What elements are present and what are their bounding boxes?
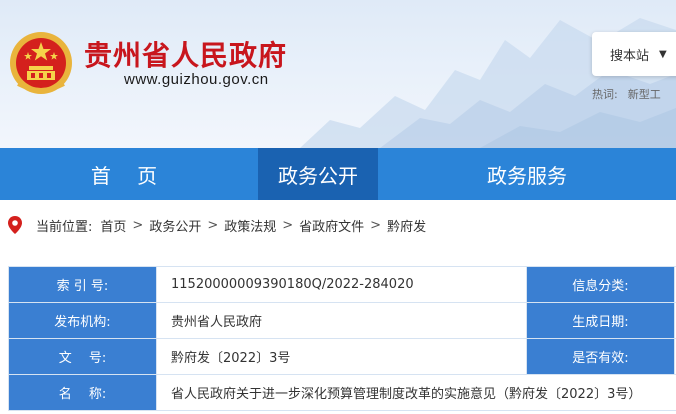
main-nav: 首 页 政务公开 政务服务 xyxy=(0,148,676,200)
mountain-background xyxy=(300,18,676,148)
validity-label: 是否有效: xyxy=(526,338,675,375)
breadcrumb-separator: > xyxy=(282,217,294,233)
location-pin-icon xyxy=(8,216,22,234)
search-scope-label: 搜本站 xyxy=(610,48,650,64)
site-url[interactable]: www.guizhou.gov.cn xyxy=(124,71,269,88)
breadcrumb-policies[interactable]: 政策法规 xyxy=(224,216,276,235)
document-number-label: 文 号: xyxy=(8,338,157,375)
created-date-label: 生成日期: xyxy=(526,302,675,339)
nav-item-government-affairs[interactable]: 政务公开 xyxy=(258,148,378,200)
breadcrumb-separator: > xyxy=(132,217,144,233)
table-row: 索 引 号: 11520000009390180Q/2022-284020 信息… xyxy=(8,266,676,303)
nav-item-government-services[interactable]: 政务服务 xyxy=(378,148,676,200)
breadcrumb: 当前位置: 首页 > 政务公开 > 政策法规 > 省政府文件 > 黔府发 xyxy=(8,214,426,236)
index-number-value: 11520000009390180Q/2022-284020 xyxy=(156,266,527,303)
info-category-label: 信息分类: xyxy=(526,266,675,303)
publisher-label: 发布机构: xyxy=(8,302,157,339)
document-name-value: 省人民政府关于进一步深化预算管理制度改革的实施意见（黔府发〔2022〕3号） xyxy=(156,374,676,411)
site-title[interactable]: 贵州省人民政府 xyxy=(84,34,287,74)
breadcrumb-home[interactable]: 首页 xyxy=(100,216,126,235)
document-number-value: 黔府发〔2022〕3号 xyxy=(156,338,527,375)
search-scope-dropdown[interactable]: 搜本站 ▼ xyxy=(592,32,676,76)
publisher-value: 贵州省人民政府 xyxy=(156,302,527,339)
document-info-table: 索 引 号: 11520000009390180Q/2022-284020 信息… xyxy=(8,266,676,411)
breadcrumb-separator: > xyxy=(370,217,382,233)
hot-word-link[interactable]: 新型工 xyxy=(628,88,661,101)
nav-item-home[interactable]: 首 页 xyxy=(0,148,258,200)
caret-down-icon: ▼ xyxy=(659,48,667,60)
breadcrumb-qianfufa[interactable]: 黔府发 xyxy=(387,216,426,235)
table-row: 发布机构: 贵州省人民政府 生成日期: xyxy=(8,302,676,339)
breadcrumb-provincial-documents[interactable]: 省政府文件 xyxy=(299,216,364,235)
breadcrumb-prefix: 当前位置: xyxy=(36,219,93,235)
table-row: 名 称: 省人民政府关于进一步深化预算管理制度改革的实施意见（黔府发〔2022〕… xyxy=(8,374,676,411)
site-header: 贵州省人民政府 www.guizhou.gov.cn 搜本站 ▼ 热词: 新型工 xyxy=(0,0,676,148)
national-emblem-icon xyxy=(10,32,72,94)
index-number-label: 索 引 号: xyxy=(8,266,157,303)
document-name-label: 名 称: xyxy=(8,374,157,411)
hot-words-label: 热词: xyxy=(592,88,618,101)
breadcrumb-government-affairs[interactable]: 政务公开 xyxy=(149,216,201,235)
hot-words: 热词: 新型工 xyxy=(592,86,661,102)
table-row: 文 号: 黔府发〔2022〕3号 是否有效: xyxy=(8,338,676,375)
breadcrumb-separator: > xyxy=(207,217,219,233)
